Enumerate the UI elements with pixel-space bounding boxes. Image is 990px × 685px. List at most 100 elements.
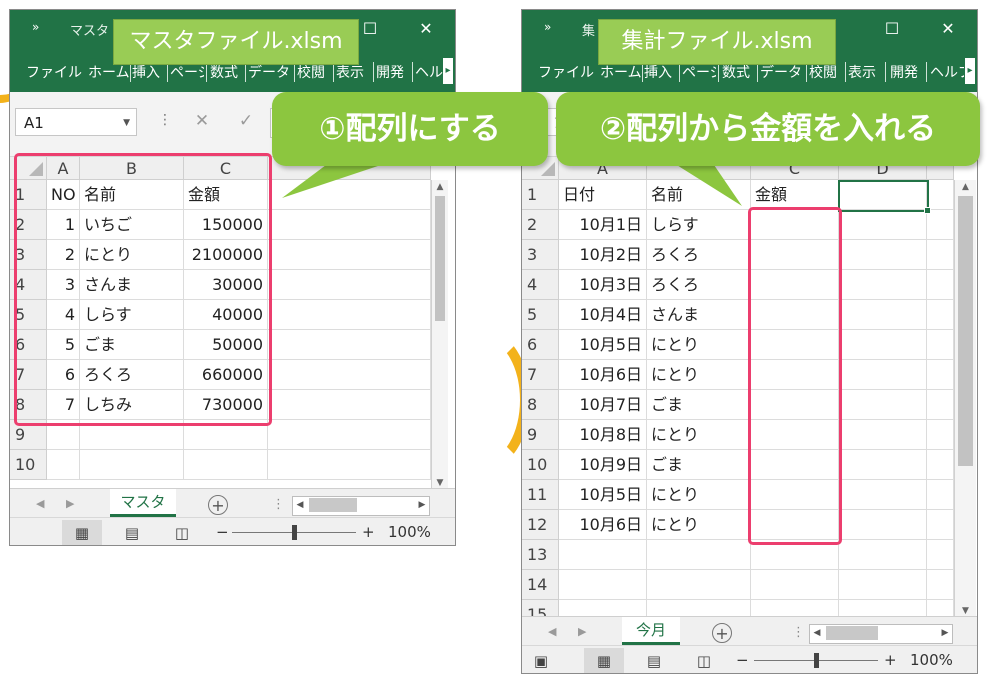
zoom-level[interactable]: 100% <box>910 651 953 669</box>
cell[interactable] <box>927 240 954 270</box>
cell[interactable] <box>839 390 927 420</box>
chevron-right-icon[interactable]: ▸ <box>965 58 975 84</box>
scroll-thumb[interactable] <box>435 196 445 321</box>
cell[interactable] <box>268 300 431 330</box>
cell[interactable]: しらす <box>647 210 751 240</box>
row-header[interactable]: 3 <box>522 240 559 270</box>
cell[interactable]: 10月9日 <box>559 450 647 480</box>
cell[interactable] <box>927 300 954 330</box>
tab-insert[interactable]: 挿入 <box>132 62 160 82</box>
tab-help[interactable]: ヘルプ <box>415 62 443 82</box>
cell[interactable]: さんま <box>647 300 751 330</box>
close-icon[interactable]: ✕ <box>408 16 444 42</box>
cell[interactable] <box>927 540 954 570</box>
scroll-left-icon[interactable]: ◀ <box>810 625 824 641</box>
sheet-tab-master[interactable]: マスタ <box>110 489 176 517</box>
cell[interactable] <box>927 180 954 210</box>
tab-review[interactable]: 校閲 <box>297 62 325 82</box>
zoom-in-icon[interactable]: + <box>884 651 897 669</box>
cell[interactable]: ごま <box>647 390 751 420</box>
tab-file[interactable]: ファイル <box>26 62 82 82</box>
tab-home[interactable]: ホーム <box>600 62 642 82</box>
chevron-right-icon[interactable]: ▸ <box>443 58 453 84</box>
cell[interactable]: 10月5日 <box>559 330 647 360</box>
cell[interactable]: 10月8日 <box>559 420 647 450</box>
sheet-tab-this-month[interactable]: 今月 <box>622 617 680 645</box>
cell[interactable]: 日付 <box>559 180 647 210</box>
cell[interactable] <box>927 270 954 300</box>
cancel-icon[interactable]: ✕ <box>188 106 216 136</box>
cell[interactable] <box>927 480 954 510</box>
cell[interactable] <box>839 420 927 450</box>
zoom-out-icon[interactable]: − <box>736 651 749 669</box>
scroll-up-icon[interactable]: ▲ <box>432 180 448 194</box>
cell[interactable]: にとり <box>647 480 751 510</box>
cell[interactable]: 10月4日 <box>559 300 647 330</box>
scroll-right-icon[interactable]: ▶ <box>938 625 952 641</box>
cell[interactable]: 10月6日 <box>559 510 647 540</box>
cell[interactable] <box>927 360 954 390</box>
cell[interactable]: 10月6日 <box>559 360 647 390</box>
horizontal-scrollbar[interactable]: ◀ ▶ <box>292 496 430 516</box>
cell[interactable]: 10月5日 <box>559 480 647 510</box>
cell[interactable]: 10月1日 <box>559 210 647 240</box>
add-sheet-icon[interactable]: + <box>208 495 228 515</box>
cell[interactable] <box>927 420 954 450</box>
tab-help[interactable]: ヘルプ <box>930 62 964 82</box>
cell[interactable]: にとり <box>647 420 751 450</box>
page-layout-view-icon[interactable]: ▤ <box>112 520 152 545</box>
cell[interactable] <box>927 330 954 360</box>
page-layout-view-icon[interactable]: ▤ <box>634 648 674 673</box>
tab-formulas[interactable]: 数式 <box>722 62 750 82</box>
scroll-left-icon[interactable]: ◀ <box>293 497 307 513</box>
cell[interactable] <box>839 480 927 510</box>
tab-page[interactable]: ページ <box>682 62 716 82</box>
cell[interactable] <box>559 540 647 570</box>
cell[interactable]: 10月7日 <box>559 390 647 420</box>
zoom-out-icon[interactable]: − <box>216 523 229 541</box>
cell[interactable] <box>839 450 927 480</box>
cell[interactable] <box>839 270 927 300</box>
cell[interactable] <box>268 180 431 210</box>
cell[interactable]: 名前 <box>647 180 751 210</box>
tab-data[interactable]: データ <box>760 62 804 82</box>
sheet-nav-next-icon[interactable]: ▶ <box>66 497 74 510</box>
cell[interactable] <box>839 360 927 390</box>
normal-view-icon[interactable]: ▦ <box>584 648 624 673</box>
vertical-scrollbar[interactable]: ▲ ▼ <box>954 180 976 618</box>
cell[interactable]: ろくろ <box>647 270 751 300</box>
row-header[interactable]: 10 <box>10 450 47 480</box>
tab-insert[interactable]: 挿入 <box>644 62 672 82</box>
cell[interactable]: 10月2日 <box>559 240 647 270</box>
cell[interactable]: 金額 <box>751 180 839 210</box>
cell[interactable] <box>839 240 927 270</box>
cell[interactable] <box>927 210 954 240</box>
horizontal-scrollbar[interactable]: ◀ ▶ <box>809 624 953 644</box>
tab-developer[interactable]: 開発 <box>376 62 404 82</box>
cell[interactable] <box>839 510 927 540</box>
sheet-nav-prev-icon[interactable]: ◀ <box>36 497 44 510</box>
add-sheet-icon[interactable]: + <box>712 623 732 643</box>
row-header[interactable]: 4 <box>522 270 559 300</box>
tab-data[interactable]: データ <box>248 62 292 82</box>
tab-view[interactable]: 表示 <box>336 62 364 82</box>
tab-view[interactable]: 表示 <box>848 62 876 82</box>
row-header[interactable]: 8 <box>522 390 559 420</box>
cell[interactable] <box>268 240 431 270</box>
sheet-nav-next-icon[interactable]: ▶ <box>578 625 586 638</box>
cell[interactable]: ろくろ <box>647 240 751 270</box>
cell[interactable] <box>268 330 431 360</box>
page-break-view-icon[interactable]: ◫ <box>684 648 724 673</box>
cell[interactable] <box>268 390 431 420</box>
page-break-view-icon[interactable]: ◫ <box>162 520 202 545</box>
cell[interactable]: 10月3日 <box>559 270 647 300</box>
cell[interactable] <box>839 300 927 330</box>
row-header[interactable]: 9 <box>522 420 559 450</box>
row-header[interactable]: 7 <box>522 360 559 390</box>
cell[interactable] <box>927 390 954 420</box>
scroll-thumb[interactable] <box>826 626 878 640</box>
cell[interactable] <box>839 570 927 600</box>
zoom-slider-thumb[interactable] <box>814 653 819 668</box>
cell[interactable] <box>268 450 431 480</box>
row-header[interactable]: 6 <box>522 330 559 360</box>
